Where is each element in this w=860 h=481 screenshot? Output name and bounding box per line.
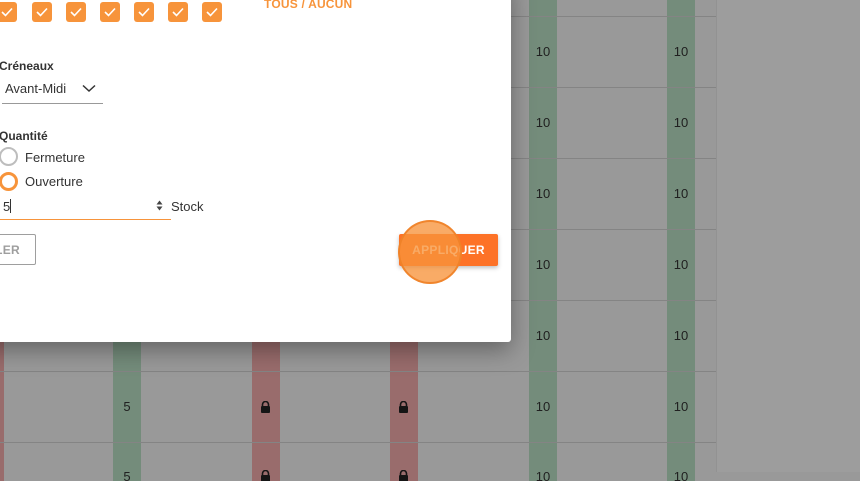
creneaux-label: Créneaux	[0, 59, 54, 73]
cancel-button[interactable]: LER	[0, 234, 36, 265]
bulk-edit-dialog: TOUS / AUCUN Créneaux Avant-Midi Quantit…	[0, 0, 511, 342]
select-all-none-link[interactable]: TOUS / AUCUN	[264, 0, 352, 11]
day-checkbox[interactable]	[202, 2, 222, 22]
check-icon	[104, 7, 116, 17]
day-checkbox[interactable]	[66, 2, 86, 22]
radio-label-fermeture: Fermeture	[25, 150, 85, 165]
quantite-label: Quantité	[0, 129, 48, 143]
day-checkbox[interactable]	[0, 2, 17, 22]
chevron-down-icon	[82, 84, 96, 93]
check-icon	[172, 7, 184, 17]
quantity-input[interactable]: 5	[0, 196, 171, 220]
radio-fermeture[interactable]	[0, 147, 18, 166]
text-caret	[10, 199, 11, 213]
check-icon	[138, 7, 150, 17]
check-icon	[206, 7, 218, 17]
creneaux-select[interactable]: Avant-Midi	[2, 77, 103, 104]
day-checkbox[interactable]	[168, 2, 188, 22]
quantity-unit: Stock	[171, 199, 204, 214]
radio-ouverture[interactable]	[0, 172, 18, 191]
creneaux-selected-value: Avant-Midi	[5, 81, 67, 96]
radio-label-ouverture: Ouverture	[25, 174, 83, 189]
day-checkbox[interactable]	[32, 2, 52, 22]
day-checkbox[interactable]	[134, 2, 154, 22]
check-icon	[1, 7, 13, 17]
click-indicator	[398, 220, 462, 284]
check-icon	[70, 7, 82, 17]
spinner-arrows-icon[interactable]	[156, 200, 163, 211]
day-checkbox[interactable]	[100, 2, 120, 22]
check-icon	[36, 7, 48, 17]
